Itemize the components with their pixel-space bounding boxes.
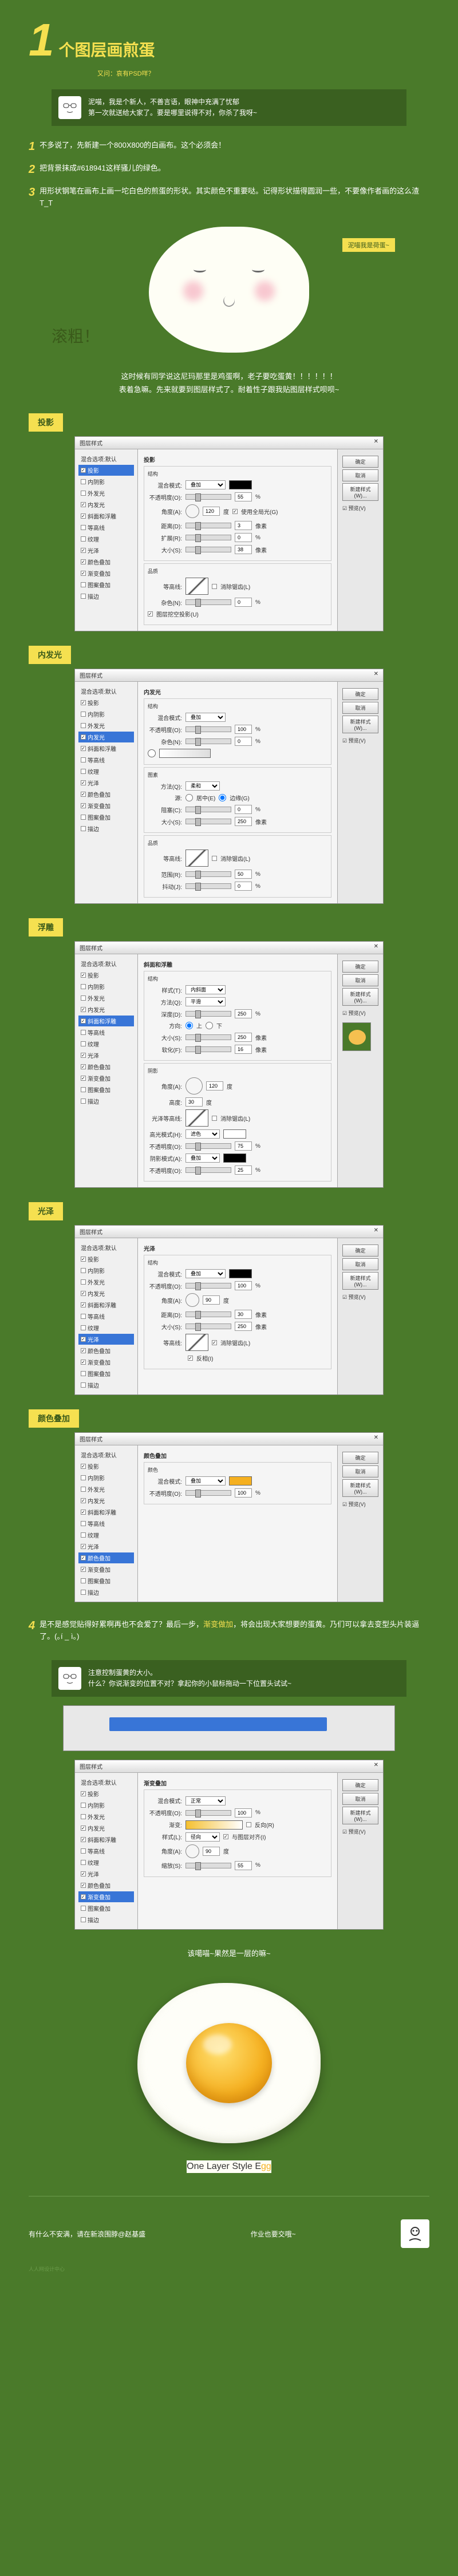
steps-list: 1 不多说了，先新建一个800X800的白画布。这个必须会！ 2 把背景抹成#618… [29,137,429,210]
footer: 有什么不安满，请在新浪围脖@赵基盛 作业也要交哦~ [29,2214,429,2254]
conclusion-text: 该噶喵~果然是一层的嘛~ [29,1947,429,1960]
step-text: 把背景抹成#618941这样骚儿的绿色。 [40,160,165,179]
gradient-screenshot [63,1705,395,1751]
contour-picker[interactable] [185,578,208,595]
intro-line2: 第一次就送给大家了。要是哪里说得不对，你杀了我呀~ [88,108,257,118]
ps-dialog-satin: 图层样式✕ 混合选项:默认 投影 内阴影 外发光 内发光 斜面和浮雕 等高线 纹… [74,1225,384,1395]
list-item[interactable]: 描边 [78,591,134,602]
gradient-swatch[interactable] [185,1820,243,1830]
panel-label-coloroverlay: 颜色叠加 [29,1409,79,1428]
close-icon[interactable]: ✕ [374,438,378,447]
header-title: 个图层画煎蛋 [59,38,155,61]
list-item[interactable]: 斜面和浮雕 [78,511,134,521]
ps-dialog-shadow: 图层样式✕ 混合选项:默认 投影 内阴影 外发光 内发光 斜面和浮雕 等高线 纹… [74,436,384,631]
list-item[interactable]: 内发光 [78,499,134,510]
close-icon[interactable]: ✕ [374,1762,378,1771]
new-style-button[interactable]: 新建样式(W)... [342,483,378,501]
scroll-text: 滚粗！ [52,324,100,347]
list-item[interactable]: 内阴影 [78,476,134,487]
close-icon[interactable]: ✕ [374,1435,378,1443]
header: 1 个图层画煎蛋 [29,17,429,63]
step-4: 4 是不是感觉贴得好累啊再也不会爱了？最后一步，渐变做加，将会出现大家想要的蛋黄… [29,1617,429,1643]
step-text: 用形状钢笔在画布上画一坨白色的煎蛋的形状。其实颜色不重要哒。记得形状描得圆润一些… [40,183,429,210]
step-num: 1 [29,137,35,156]
list-item[interactable]: 投影 [78,465,134,476]
ok-button[interactable]: 确定 [342,456,378,468]
list-item[interactable]: 等高线 [78,522,134,533]
slider[interactable] [185,494,231,500]
list-item[interactable]: 纹理 [78,534,134,544]
list-item[interactable]: 颜色叠加 [78,556,134,567]
list-item[interactable]: 外发光 [78,488,134,499]
mid-text: 这时候有同学说这尼玛那里是鸡蛋啊，老子要吃蛋黄！！！！！！ 表着急嘛。先来就要到… [29,370,429,397]
intro-line1: 泥喵，我是个新人，不善言语，眼神中充满了忧郁 [88,97,257,108]
ps-styles-list: 混合选项:默认 投影 内阴影 外发光 内发光 斜面和浮雕 等高线 纹理 光泽 颜… [75,449,138,631]
close-icon[interactable]: ✕ [374,1227,378,1236]
color-swatch[interactable] [229,1476,252,1485]
list-item[interactable]: 混合选项:默认 [78,453,134,464]
blend-select[interactable]: 叠加 [185,480,226,489]
preview-thumb [342,1022,371,1051]
panel-label-innerglow: 内发光 [29,646,71,664]
panels-section: 投影 图层样式✕ 混合选项:默认 投影 内阴影 外发光 内发光 斜面和浮雕 等高… [29,413,429,1602]
ps-dialog-gradient: 图层样式✕ 混合选项:默认 投影 内阴影 外发光 内发光 斜面和浮雕 等高线 纹… [74,1760,384,1930]
color-swatch[interactable] [229,480,252,489]
intro-box: 泥喵，我是个新人，不善言语，眼神中充满了忧郁 第一次就送给大家了。要是哪里说得不… [52,89,406,126]
step-num: 3 [29,183,35,210]
warp-section: 注意控制蛋黄的大小。 什么？你说渐变的位置不对？拿起你的小鼠标拖动一下位置头试试… [29,1660,429,1930]
egg-blob [149,227,309,353]
face-icon [58,96,81,119]
egg-yolk [186,2023,272,2103]
angle-dial[interactable] [185,504,199,518]
color-swatch[interactable] [148,749,156,757]
ps-main-shadow: 投影 结构 混合模式:叠加 不透明度(O):% 角度(A):度使用全局光(G) … [138,449,337,631]
footer-left: 有什么不安满，请在新浪围脖@赵基盛 [29,2229,145,2239]
list-item[interactable]: 图案叠加 [78,579,134,590]
panel-label-bevel: 浮雕 [29,918,63,937]
ps-titlebar: 图层样式✕ [75,437,383,449]
header-number: 1 [29,17,54,63]
panel-label-satin: 光泽 [29,1202,63,1220]
list-item[interactable]: 渐变叠加 [78,568,134,579]
step-text: 不多说了，先新建一个800X800的白画布。这个必须会！ [40,137,226,156]
egg-title: One Layer Style Egg [187,2160,271,2173]
close-icon[interactable]: ✕ [374,671,378,679]
fried-egg-illustration [137,1983,321,2143]
footer-avatar [401,2219,429,2248]
list-item[interactable]: 光泽 [78,545,134,556]
watermark: 人人网设计中心 [29,2265,429,2273]
egg-result: One Layer Style Egg [29,1983,429,2173]
ps-dialog-bevel: 图层样式✕ 混合选项:默认 投影 内阴影 外发光 内发光 斜面和浮雕 等高线 纹… [74,941,384,1188]
cancel-button[interactable]: 取消 [342,469,378,481]
close-icon[interactable]: ✕ [374,943,378,952]
blob-tag: 泥喵我是荷蛋~ [342,238,395,252]
ps-dialog-innerglow: 图层样式✕ 混合选项:默认 投影 内阴影 外发光 内发光 斜面和浮雕 等高线 纹… [74,669,384,904]
opacity-input[interactable] [235,492,252,501]
footer-right: 作业也要交哦~ [251,2229,296,2239]
blob-illustration: 泥喵我是荷蛋~ 滚粗！ [29,227,429,353]
face-icon [58,1667,81,1690]
panel-label-shadow: 投影 [29,413,63,432]
ps-dialog-coloroverlay: 图层样式✕ 混合选项:默认 投影 内阴影 外发光 内发光 斜面和浮雕 等高线 纹… [74,1432,384,1602]
step-num: 2 [29,160,35,179]
header-subtitle: 又问：哀有PSD咩？ [97,69,429,78]
